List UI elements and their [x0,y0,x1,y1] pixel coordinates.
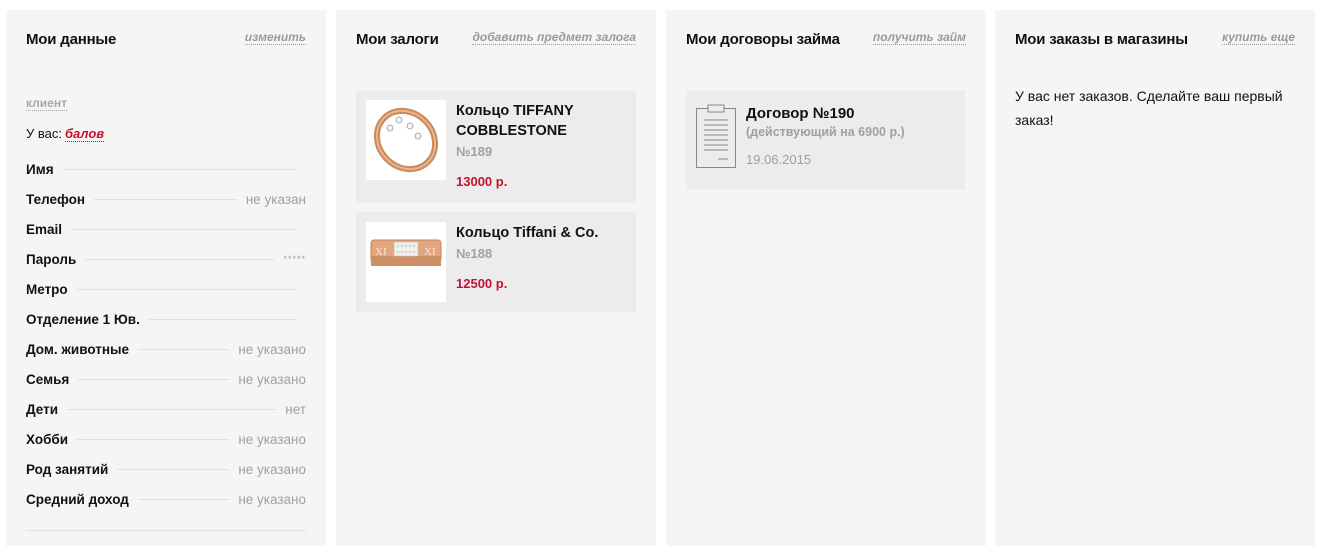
orders-panel: Мои заказы в магазины купить еще У вас н… [995,10,1315,546]
field-label: Род занятий [26,461,109,477]
ring-image [366,100,446,180]
field-children: Дети нет [26,400,306,418]
svg-text:XI: XI [424,246,436,258]
get-loan-link[interactable]: получить займ [872,30,966,45]
role-badge: клиент [26,96,67,111]
profile-title: Мои данные [26,31,117,48]
orders-header: Мои заказы в магазины купить еще [1015,30,1295,52]
field-label: Телефон [26,191,86,207]
contract-name: Договор №190 [746,105,855,122]
field-value: не указан [245,191,306,207]
field-pets: Дом. животные не указано [26,340,306,358]
pledge-card[interactable]: Кольцо TIFFANY COBBLESTONE №189 13000 р. [356,90,636,202]
pledges-panel: Мои залоги добавить предмет залога Кольц… [336,10,656,546]
balance-line: У вас: балов [26,126,105,142]
pledge-number: №188 [456,246,493,261]
field-label: Хобби [26,431,69,447]
field-password: Пароль ***** [26,250,306,268]
loans-title: Мои договоры займа [686,31,840,48]
profile-header: Мои данные изменить [26,30,306,52]
field-value: нет [285,401,306,417]
buy-more-link[interactable]: купить еще [1222,30,1295,45]
document-icon [696,104,736,168]
field-label: Имя [26,161,54,177]
balance-prefix: У вас: [26,126,62,141]
field-value: не указано [238,491,306,507]
pledge-price: 12500 р. [456,276,508,291]
edit-profile-link[interactable]: изменить [244,30,306,45]
points-link[interactable]: балов [64,126,105,142]
contract-card[interactable]: Договор №190 (действующий на 6900 р.) 19… [686,90,965,190]
field-phone: Телефон не указан [26,190,306,208]
pledge-name: Кольцо TIFFANY COBBLESTONE [456,103,574,139]
field-occupation: Род занятий не указано [26,460,306,478]
pledge-name: Кольцо Tiffani & Co. [456,225,599,241]
field-value: не указано [238,461,306,477]
orders-title: Мои заказы в магазины [1015,31,1188,48]
loans-panel: Мои договоры займа получить займ Договор… [666,10,986,546]
svg-text:XI: XI [375,246,387,258]
field-value: не указано [238,371,306,387]
field-label: Отделение 1 Юв. [26,311,140,327]
pledges-header: Мои залоги добавить предмет залога [356,30,636,52]
field-income: Средний доход не указано [26,490,306,508]
add-pledge-link[interactable]: добавить предмет залога [472,30,636,45]
pledge-price: 13000 р. [456,174,508,189]
ring-image: XI XI [366,222,446,302]
field-label: Email [26,221,63,237]
field-hobby: Хобби не указано [26,430,306,448]
divider [26,530,306,531]
field-label: Дети [26,401,59,417]
field-metro: Метро [26,280,306,298]
field-label: Средний доход [26,491,129,507]
field-name: Имя [26,160,306,178]
field-label: Пароль [26,251,77,267]
field-value: ***** [283,254,306,264]
field-label: Семья [26,371,70,387]
field-label: Дом. животные [26,341,130,357]
field-value: не указано [238,431,306,447]
field-family: Семья не указано [26,370,306,388]
empty-orders-message: У вас нет заказов. Сделайте ваш первый з… [1015,88,1283,128]
field-label: Метро [26,281,68,297]
profile-panel: Мои данные изменить клиент У вас: балов И… [6,10,326,546]
contract-date: 19.06.2015 [746,152,812,167]
loans-header: Мои договоры займа получить займ [686,30,966,52]
contract-status: (действующий на 6900 р.) [746,125,905,139]
field-branch: Отделение 1 Юв. [26,310,306,328]
field-value: не указано [238,341,306,357]
pledge-card[interactable]: XI XI Кольцо Tiffani & Co. №188 12500 р. [356,212,636,312]
pledge-number: №189 [456,144,493,159]
pledges-title: Мои залоги [356,31,439,48]
field-email: Email [26,220,306,238]
